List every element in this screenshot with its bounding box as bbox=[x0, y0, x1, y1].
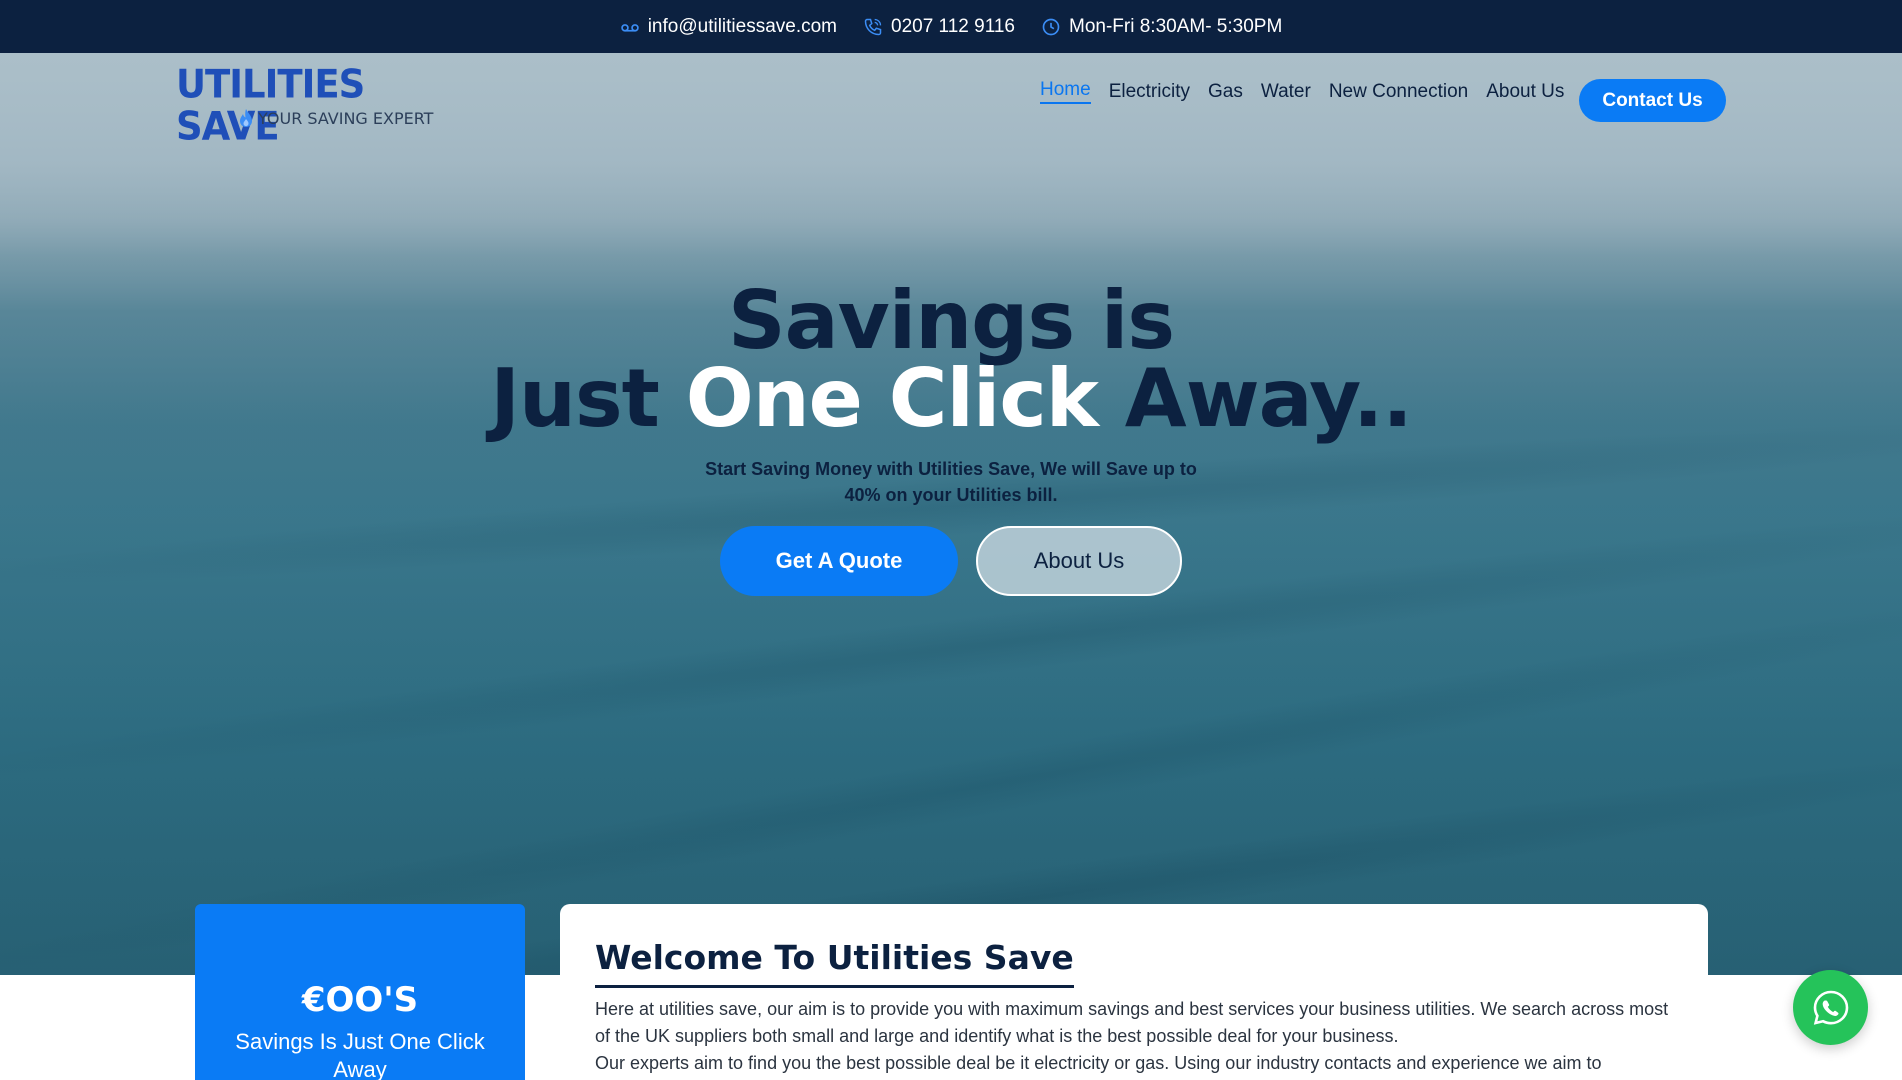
clock-icon bbox=[1042, 18, 1060, 35]
nav-item-electricity[interactable]: Electricity bbox=[1109, 81, 1190, 103]
welcome-paragraph: Here at utilities save, our aim is to pr… bbox=[595, 999, 1669, 1046]
savings-text: Savings Is Just One Click Away bbox=[235, 1029, 485, 1080]
hero-subtitle: Start Saving Money with Utilities Save, … bbox=[0, 456, 1902, 508]
welcome-paragraph: Our experts aim to find you the best pos… bbox=[595, 1053, 1602, 1073]
headline-part: Just bbox=[490, 352, 686, 445]
logo-name: UTILITIES SAVE bbox=[176, 61, 365, 150]
site-logo[interactable]: UTILITIES SAVE YOUR SAVING EXPERT bbox=[176, 63, 446, 147]
nav-item-water[interactable]: Water bbox=[1261, 81, 1311, 103]
top-info-bar: info@utilitiessave.com 0207 112 9116 Mon… bbox=[0, 0, 1902, 53]
welcome-card: Welcome To Utilities Save Here at utilit… bbox=[560, 904, 1708, 1080]
nav-item-home[interactable]: Home bbox=[1040, 79, 1091, 104]
phone-info[interactable]: 0207 112 9116 bbox=[863, 16, 1015, 38]
logo-tagline-row: YOUR SAVING EXPERT bbox=[238, 108, 433, 128]
welcome-title: Welcome To Utilities Save bbox=[595, 938, 1074, 988]
nav-item-about-us[interactable]: About Us bbox=[1486, 81, 1564, 103]
hero-subtitle-line: Start Saving Money with Utilities Save, … bbox=[705, 459, 1197, 479]
whatsapp-icon bbox=[1813, 990, 1848, 1025]
main-nav: Home Electricity Gas Water New Connectio… bbox=[1040, 79, 1564, 104]
about-us-button[interactable]: About Us bbox=[976, 526, 1182, 596]
savings-amount: €OO'S bbox=[301, 980, 419, 1020]
whatsapp-button[interactable] bbox=[1793, 970, 1868, 1045]
nav-item-new-connection[interactable]: New Connection bbox=[1329, 81, 1468, 103]
logo-tagline: YOUR SAVING EXPERT bbox=[258, 108, 434, 128]
email-text[interactable]: info@utilitiessave.com bbox=[648, 16, 837, 38]
phone-text[interactable]: 0207 112 9116 bbox=[891, 16, 1015, 38]
flame-icon bbox=[240, 109, 252, 127]
headline-highlight: One Click bbox=[685, 352, 1099, 445]
contact-us-button[interactable]: Contact Us bbox=[1579, 79, 1726, 122]
get-a-quote-button[interactable]: Get A Quote bbox=[720, 526, 958, 596]
email-info[interactable]: info@utilitiessave.com bbox=[620, 16, 837, 38]
hero-section bbox=[0, 53, 1902, 975]
phone-icon bbox=[864, 18, 882, 35]
hero-subtitle-line: 40% on your Utilities bill. bbox=[844, 485, 1058, 505]
headline-part: Away.. bbox=[1097, 352, 1413, 445]
savings-card: €OO'S Savings Is Just One Click Away bbox=[195, 904, 525, 1080]
nav-item-gas[interactable]: Gas bbox=[1208, 81, 1243, 103]
hero-headline-line2: Just One Click Away.. bbox=[0, 352, 1902, 445]
hours-info: Mon-Fri 8:30AM- 5:30PM bbox=[1041, 16, 1282, 38]
voicemail-icon bbox=[620, 23, 639, 32]
hours-text: Mon-Fri 8:30AM- 5:30PM bbox=[1069, 15, 1283, 37]
